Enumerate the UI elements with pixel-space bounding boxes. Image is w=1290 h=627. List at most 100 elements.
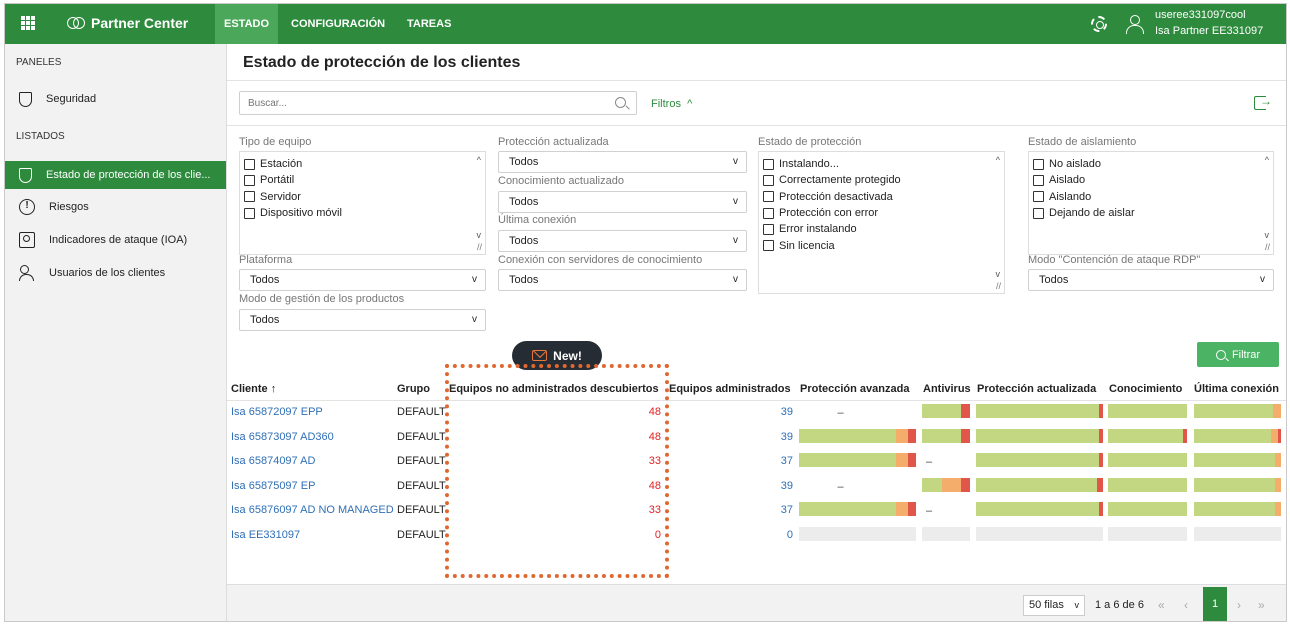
tab-tareas[interactable]: TAREAS: [398, 4, 460, 44]
client-link[interactable]: Isa 65875097 EP: [231, 480, 315, 492]
scroll-up-icon[interactable]: ^: [1265, 155, 1269, 165]
client-link[interactable]: Isa 65872097 EPP: [231, 406, 323, 418]
status-bar-prot-actualizada[interactable]: [976, 526, 1103, 541]
table-row[interactable]: Isa 65874097 AD DEFAULT 33 37–: [227, 450, 1286, 474]
status-bar-prot-actualizada[interactable]: [976, 453, 1103, 467]
modo-gestion-select[interactable]: Todos v: [239, 309, 486, 331]
client-link[interactable]: Isa EE331097: [231, 529, 300, 541]
export-icon[interactable]: [1254, 94, 1272, 110]
status-bar-prot-avanzada[interactable]: [799, 526, 916, 541]
client-link[interactable]: Isa 65876097 AD NO MANAGED: [231, 504, 394, 516]
managed-count[interactable]: 39: [737, 406, 793, 418]
sidebar-item-seguridad[interactable]: Seguridad: [5, 85, 226, 113]
option-no-aislado[interactable]: No aislado: [1033, 156, 1269, 172]
option-estacion[interactable]: Estación: [244, 156, 481, 172]
checkbox[interactable]: [244, 191, 255, 203]
modo-rdp-select[interactable]: Todos v: [1028, 269, 1274, 291]
next-page-icon[interactable]: ›: [1237, 598, 1241, 612]
checkbox[interactable]: [763, 240, 774, 252]
status-bar-prot-actualizada[interactable]: [976, 404, 1103, 418]
search-box[interactable]: [239, 91, 637, 115]
checkbox[interactable]: [1033, 174, 1044, 186]
col-header-prot-avanzada[interactable]: Protección avanzada: [800, 383, 909, 395]
checkbox[interactable]: [1033, 191, 1044, 203]
filters-toggle[interactable]: Filtros ^: [651, 98, 692, 110]
option-proteccion-desactivada[interactable]: Protección desactivada: [763, 189, 1000, 205]
status-bar-antivirus[interactable]: [922, 526, 970, 541]
status-bar-antivirus[interactable]: [922, 428, 970, 443]
scroll-down-icon[interactable]: v: [477, 230, 482, 240]
sidebar-item-usuarios[interactable]: Usuarios de los clientes: [5, 259, 226, 287]
brand[interactable]: Partner Center: [67, 15, 188, 31]
scroll-up-icon[interactable]: ^: [477, 155, 481, 165]
last-page-icon[interactable]: »: [1258, 598, 1265, 612]
status-bar-prot-avanzada[interactable]: [799, 428, 916, 443]
status-bar-conocimiento[interactable]: [1108, 428, 1187, 443]
filter-button[interactable]: Filtrar: [1197, 342, 1279, 367]
user-icon[interactable]: [1126, 15, 1144, 34]
col-header-cliente[interactable]: Cliente ↑: [231, 383, 276, 395]
status-bar-conocimiento[interactable]: [1108, 526, 1187, 541]
resize-grip-icon[interactable]: //: [996, 281, 1001, 291]
status-bar-ultima-conexion[interactable]: [1194, 428, 1281, 443]
managed-count[interactable]: 37: [737, 455, 793, 467]
col-header-ultima-conexion[interactable]: Última conexión: [1194, 383, 1279, 395]
option-aislando[interactable]: Aislando: [1033, 189, 1269, 205]
ultima-conexion-select[interactable]: Todos v: [498, 230, 747, 252]
current-page-button[interactable]: 1: [1203, 587, 1227, 621]
first-page-icon[interactable]: «: [1158, 598, 1165, 612]
checkbox[interactable]: [763, 158, 774, 170]
tipo-equipo-listbox[interactable]: Estación Portátil Servidor Dispositivo m…: [239, 151, 486, 255]
conexion-servidores-select[interactable]: Todos v: [498, 269, 747, 291]
checkbox[interactable]: [763, 223, 774, 235]
checkbox[interactable]: [763, 174, 774, 186]
option-correctamente-protegido[interactable]: Correctamente protegido: [763, 172, 1000, 188]
search-input[interactable]: [240, 92, 600, 114]
checkbox[interactable]: [244, 174, 255, 186]
managed-count[interactable]: 39: [737, 480, 793, 492]
table-row[interactable]: Isa 65876097 AD NO MANAGED DEFAULT 33 37–: [227, 499, 1286, 523]
checkbox[interactable]: [763, 207, 774, 219]
rows-per-page-select[interactable]: 50 filas v: [1023, 595, 1085, 616]
status-bar-prot-actualizada[interactable]: [976, 502, 1103, 516]
checkbox[interactable]: [244, 158, 255, 170]
status-bar-prot-avanzada[interactable]: [799, 453, 916, 467]
status-bar-conocimiento[interactable]: [1108, 502, 1187, 516]
col-header-conocimiento[interactable]: Conocimiento: [1109, 383, 1182, 395]
checkbox[interactable]: [1033, 207, 1044, 219]
status-bar-conocimiento[interactable]: [1108, 453, 1187, 467]
managed-count[interactable]: 37: [737, 504, 793, 516]
tab-configuracion[interactable]: CONFIGURACIÓN: [282, 4, 394, 44]
status-bar-antivirus[interactable]: [922, 477, 970, 492]
sidebar-item-estado-proteccion[interactable]: Estado de protección de los clie...: [5, 161, 226, 189]
status-bar-prot-actualizada[interactable]: [976, 477, 1103, 492]
status-bar-ultima-conexion[interactable]: [1194, 453, 1281, 467]
col-header-antivirus[interactable]: Antivirus: [923, 383, 971, 395]
col-header-prot-actualizada[interactable]: Protección actualizada: [977, 383, 1096, 395]
resize-grip-icon[interactable]: //: [477, 242, 482, 252]
option-servidor[interactable]: Servidor: [244, 189, 481, 205]
option-portatil[interactable]: Portátil: [244, 172, 481, 188]
table-row[interactable]: Isa 65873097 AD360 DEFAULT 48 39: [227, 426, 1286, 450]
status-bar-ultima-conexion[interactable]: [1194, 526, 1281, 541]
table-row[interactable]: Isa 65872097 EPP DEFAULT 48 39–: [227, 401, 1286, 425]
option-dispositivo-movil[interactable]: Dispositivo móvil: [244, 205, 481, 221]
option-proteccion-con-error[interactable]: Protección con error: [763, 205, 1000, 221]
managed-count[interactable]: 39: [737, 431, 793, 443]
status-bar-ultima-conexion[interactable]: [1194, 502, 1281, 516]
table-row[interactable]: Isa EE331097 DEFAULT 0 0: [227, 524, 1286, 548]
scroll-down-icon[interactable]: v: [996, 269, 1001, 279]
option-sin-licencia[interactable]: Sin licencia: [763, 237, 1000, 253]
estado-proteccion-listbox[interactable]: Instalando... Correctamente protegido Pr…: [758, 151, 1005, 294]
apps-grid-icon[interactable]: [21, 16, 35, 30]
option-aislado[interactable]: Aislado: [1033, 172, 1269, 188]
search-icon[interactable]: [615, 97, 626, 108]
tab-estado[interactable]: ESTADO: [215, 4, 279, 44]
option-error-instalando[interactable]: Error instalando: [763, 221, 1000, 237]
status-bar-ultima-conexion[interactable]: [1194, 477, 1281, 492]
status-bar-conocimiento[interactable]: [1108, 477, 1187, 492]
checkbox[interactable]: [763, 191, 774, 203]
col-header-admin[interactable]: Equipos administrados: [669, 383, 791, 395]
status-bar-ultima-conexion[interactable]: [1194, 404, 1281, 418]
client-link[interactable]: Isa 65873097 AD360: [231, 431, 334, 443]
